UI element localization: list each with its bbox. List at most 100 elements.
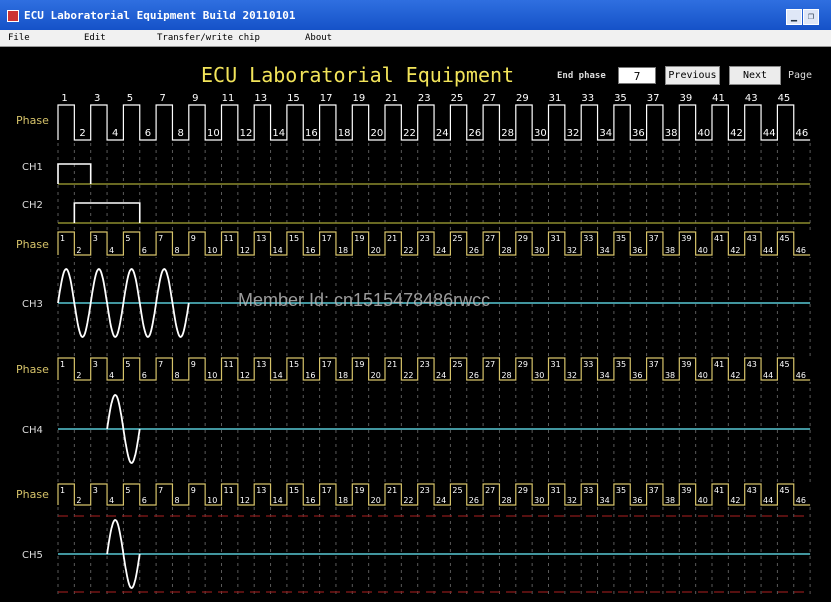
phase-number: 46 <box>796 246 806 255</box>
phase-number: 9 <box>191 360 196 369</box>
phase-number: 2 <box>76 496 81 505</box>
phase-number: 8 <box>174 371 179 380</box>
phase-number: 3 <box>94 93 100 104</box>
phase-number: 19 <box>352 93 365 104</box>
phase-number: 18 <box>338 246 348 255</box>
phase-number: 19 <box>354 234 364 243</box>
phase-number: 35 <box>616 486 626 495</box>
phase-number: 40 <box>697 128 710 139</box>
end-phase-label: End phase <box>557 71 606 81</box>
phase-number: 24 <box>436 496 446 505</box>
phase-number: 8 <box>177 128 183 139</box>
phase-number: 22 <box>403 371 413 380</box>
phase-number: 3 <box>93 486 98 495</box>
phase-number: 27 <box>485 234 495 243</box>
phase-number: 29 <box>518 360 528 369</box>
phase-number: 33 <box>583 486 593 495</box>
title-bar[interactable]: ECU Laboratorial Equipment Build 2011010… <box>0 0 831 30</box>
phase-number: 30 <box>534 496 544 505</box>
phase-label: Phase <box>16 238 49 251</box>
phase-number: 7 <box>159 93 165 104</box>
phase-number: 21 <box>387 486 397 495</box>
next-button[interactable]: Next <box>729 66 781 85</box>
phase-number: 27 <box>485 360 495 369</box>
phase-number: 12 <box>240 128 253 139</box>
phase-number: 42 <box>730 246 740 255</box>
phase-number: 38 <box>665 128 678 139</box>
phase-label: Phase <box>16 488 49 501</box>
page-title: ECU Laboratorial Equipment <box>201 63 515 87</box>
phase-number: 29 <box>516 93 529 104</box>
phase-number: 39 <box>679 93 692 104</box>
phase-number: 20 <box>371 496 381 505</box>
phase-number: 25 <box>452 360 462 369</box>
phase-number: 31 <box>551 234 561 243</box>
phase-number: 22 <box>403 496 413 505</box>
phase-number: 12 <box>240 246 250 255</box>
menu-about[interactable]: About <box>305 33 332 43</box>
minimize-button[interactable]: ▁ <box>786 9 802 25</box>
phase-number: 29 <box>518 234 528 243</box>
phase-number: 14 <box>273 371 283 380</box>
phase-number: 44 <box>763 128 776 139</box>
phase-number: 38 <box>665 371 675 380</box>
phase-number: 17 <box>320 93 333 104</box>
phase-number: 30 <box>534 246 544 255</box>
phase-number: 43 <box>747 360 757 369</box>
phase-number: 35 <box>616 234 626 243</box>
phase-number: 11 <box>224 360 234 369</box>
phase-number: 13 <box>256 360 266 369</box>
phase-number: 24 <box>436 246 446 255</box>
phase-number: 20 <box>371 371 381 380</box>
phase-number: 18 <box>338 371 348 380</box>
phase-number: 2 <box>79 128 85 139</box>
phase-number: 42 <box>730 496 740 505</box>
phase-number: 15 <box>287 93 300 104</box>
phase-number: 24 <box>436 371 446 380</box>
phase-number: 32 <box>567 371 577 380</box>
phase-number: 16 <box>305 496 315 505</box>
phase-number: 28 <box>501 371 511 380</box>
phase-number: 33 <box>581 93 594 104</box>
phase-number: 5 <box>125 234 130 243</box>
restore-button[interactable]: ❐ <box>803 9 819 25</box>
phase-number: 27 <box>483 93 496 104</box>
phase-number: 8 <box>174 496 179 505</box>
menu-file[interactable]: File <box>8 33 30 43</box>
phase-number: 10 <box>207 371 217 380</box>
phase-number: 33 <box>583 234 593 243</box>
previous-button[interactable]: Previous <box>665 66 720 85</box>
phase-number: 32 <box>567 496 577 505</box>
phase-number: 12 <box>240 371 250 380</box>
phase-number: 5 <box>127 93 133 104</box>
window-title: ECU Laboratorial Equipment Build 2011010… <box>24 9 296 22</box>
phase-number: 45 <box>778 93 791 104</box>
channel-label-ch1: CH1 <box>22 162 43 173</box>
phase-number: 38 <box>665 496 675 505</box>
phase-number: 1 <box>60 234 65 243</box>
phase-number: 45 <box>779 486 789 495</box>
phase-number: 13 <box>256 486 266 495</box>
end-phase-input[interactable]: 7 <box>618 67 656 84</box>
phase-number: 36 <box>632 371 642 380</box>
phase-number: 26 <box>469 128 482 139</box>
application-window: ECU Laboratorial Equipment Build 2011010… <box>0 0 831 602</box>
phase-number: 21 <box>387 234 397 243</box>
phase-number: 25 <box>451 93 464 104</box>
phase-number: 11 <box>224 486 234 495</box>
phase-number: 4 <box>109 246 114 255</box>
phase-number: 4 <box>112 128 118 139</box>
phase-number: 11 <box>222 93 235 104</box>
phase-number: 10 <box>207 496 217 505</box>
phase-number: 36 <box>632 128 645 139</box>
menu-edit[interactable]: Edit <box>84 33 106 43</box>
phase-number: 41 <box>714 486 724 495</box>
phase-number: 3 <box>93 234 98 243</box>
oscilloscope-panel: Phase12345678910111213141516171819202122… <box>16 93 813 598</box>
phase-number: 9 <box>191 234 196 243</box>
phase-number: 45 <box>779 234 789 243</box>
phase-label: Phase <box>16 363 49 376</box>
menu-transfer[interactable]: Transfer/write chip <box>157 33 260 43</box>
phase-number: 43 <box>747 486 757 495</box>
phase-number: 36 <box>632 246 642 255</box>
